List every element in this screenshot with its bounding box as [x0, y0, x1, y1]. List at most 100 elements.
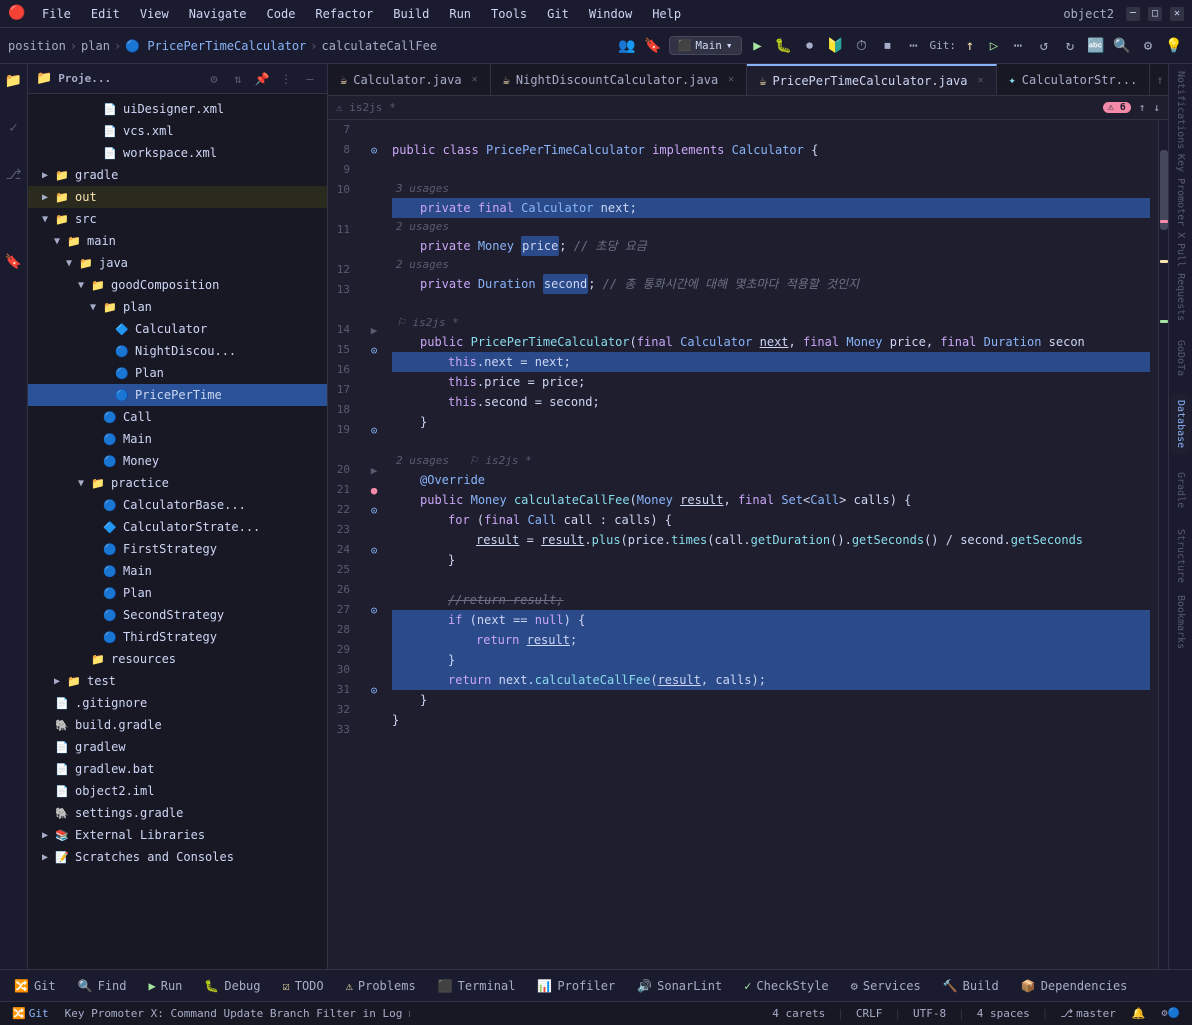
tree-item-practice[interactable]: ▼ 📁 practice: [28, 472, 327, 494]
tree-item-Call[interactable]: 🔵 Call: [28, 406, 327, 428]
tab-close-icon[interactable]: ✕: [728, 74, 734, 85]
right-panel-structure[interactable]: Structure: [1171, 526, 1191, 586]
tree-item-ThirdStrategy[interactable]: 🔵 ThirdStrategy: [28, 626, 327, 648]
tree-item-PricePerTime[interactable]: 🔵 PricePerTime: [28, 384, 327, 406]
stop-icon[interactable]: ⏹: [878, 36, 898, 56]
tree-item-gradle[interactable]: ▶ 📁 gradle: [28, 164, 327, 186]
panel-pin-icon[interactable]: 📌: [253, 70, 271, 88]
tree-item-out[interactable]: ▶ 📁 out: [28, 186, 327, 208]
debug-run-icon[interactable]: 🐛: [774, 36, 794, 56]
tree-item-plan[interactable]: ▼ 📁 plan: [28, 296, 327, 318]
status-branch[interactable]: ⎇ master: [1056, 1004, 1119, 1024]
status-carets[interactable]: 4 carets: [768, 1004, 829, 1024]
profile-icon[interactable]: ⏱: [852, 36, 872, 56]
menu-code[interactable]: Code: [259, 5, 304, 23]
branch-selector[interactable]: ⬛ Main ▾: [669, 36, 742, 55]
tree-item-resources[interactable]: 📁 resources: [28, 648, 327, 670]
close-button[interactable]: ✕: [1170, 7, 1184, 21]
git-more-icon[interactable]: ⋯: [1008, 36, 1028, 56]
menu-edit[interactable]: Edit: [83, 5, 128, 23]
status-notifications[interactable]: 🔔: [1128, 1004, 1150, 1024]
sidebar-project-icon[interactable]: 📁: [2, 69, 26, 93]
tree-item-gitignore[interactable]: 📄 .gitignore: [28, 692, 327, 714]
panel-close-icon[interactable]: —: [301, 70, 319, 88]
help-icon[interactable]: 💡: [1164, 36, 1184, 56]
tab-pricepertime[interactable]: ☕ PricePerTimeCalculator.java ✕: [747, 64, 996, 96]
more-run-icon[interactable]: ⋯: [904, 36, 924, 56]
tabs-scroll-left-icon[interactable]: ↑: [1156, 73, 1163, 87]
bottom-tab-dependencies[interactable]: 📦 Dependencies: [1011, 972, 1138, 1000]
menu-build[interactable]: Build: [385, 5, 437, 23]
status-git-icon[interactable]: 🔀 Git: [8, 1004, 53, 1024]
tree-item-Plan2[interactable]: 🔵 Plan: [28, 582, 327, 604]
minimize-button[interactable]: ─: [1126, 7, 1140, 21]
mini-scrollbar[interactable]: [1158, 120, 1168, 969]
settings-icon[interactable]: ⚙: [1138, 36, 1158, 56]
menu-run[interactable]: Run: [441, 5, 479, 23]
maximize-button[interactable]: □: [1148, 7, 1162, 21]
git-pull-icon[interactable]: ▷: [984, 36, 1004, 56]
tree-item-test[interactable]: ▶ 📁 test: [28, 670, 327, 692]
bottom-tab-todo[interactable]: ☑ TODO: [273, 972, 334, 1000]
tree-item-Plan-inner[interactable]: 🔵 Plan: [28, 362, 327, 384]
tree-item-uiDesigner[interactable]: 📄 uiDesigner.xml: [28, 98, 327, 120]
tree-item-scratches[interactable]: ▶ 📝 Scratches and Consoles: [28, 846, 327, 868]
breadcrumb-part-3[interactable]: calculateCallFee: [322, 39, 438, 53]
run-with-coverage-icon[interactable]: 🔰: [826, 36, 846, 56]
code-content[interactable]: public class PricePerTimeCalculator impl…: [384, 120, 1158, 969]
breadcrumb-part-2[interactable]: 🔵 PricePerTimeCalculator: [125, 39, 306, 53]
tree-item-buildgradle[interactable]: 🐘 build.gradle: [28, 714, 327, 736]
right-panel-notifications[interactable]: Notifications: [1171, 70, 1191, 150]
panel-settings-icon[interactable]: ⚙: [205, 70, 223, 88]
status-encoding[interactable]: UTF-8: [909, 1004, 950, 1024]
code-editor[interactable]: 7 8 9 10 11 12 13 14 15 16 17 18 19 20 2…: [328, 120, 1168, 969]
panel-more-icon[interactable]: ⋮: [277, 70, 295, 88]
right-panel-database[interactable]: Database: [1171, 394, 1191, 454]
bottom-tab-profiler[interactable]: 📊 Profiler: [527, 972, 625, 1000]
panel-expand-icon[interactable]: ⇅: [229, 70, 247, 88]
bottom-tab-build[interactable]: 🔨 Build: [933, 972, 1009, 1000]
tab-calculator[interactable]: ☕ Calculator.java ✕: [328, 64, 491, 96]
alerts-nav-up[interactable]: ↑: [1139, 101, 1146, 114]
search-everywhere-icon[interactable]: 🔍: [1112, 36, 1132, 56]
tree-item-Money[interactable]: 🔵 Money: [28, 450, 327, 472]
undo-icon[interactable]: ↺: [1034, 36, 1054, 56]
menu-window[interactable]: Window: [581, 5, 640, 23]
tree-item-gradlew-bat[interactable]: 📄 gradlew.bat: [28, 758, 327, 780]
tree-item-workspace[interactable]: 📄 workspace.xml: [28, 142, 327, 164]
tree-item-Main2[interactable]: 🔵 Main: [28, 560, 327, 582]
alerts-nav-down[interactable]: ↓: [1153, 101, 1160, 114]
right-panel-pullrequests[interactable]: Pull Requests: [1171, 242, 1191, 322]
bottom-tab-run[interactable]: ▶ Run: [139, 972, 193, 1000]
menu-help[interactable]: Help: [644, 5, 689, 23]
tree-item-main[interactable]: ▼ 📁 main: [28, 230, 327, 252]
redo-icon[interactable]: ↻: [1060, 36, 1080, 56]
status-indent[interactable]: 4 spaces: [973, 1004, 1034, 1024]
bottom-tab-git[interactable]: 🔀 Git: [4, 972, 66, 1000]
tree-item-object2iml[interactable]: 📄 object2.iml: [28, 780, 327, 802]
bottom-tab-find[interactable]: 🔍 Find: [68, 972, 137, 1000]
tab-close-icon[interactable]: ✕: [978, 75, 984, 86]
sidebar-bookmarks-icon[interactable]: 🔖: [2, 250, 26, 274]
tree-item-vcs[interactable]: 📄 vcs.xml: [28, 120, 327, 142]
bottom-tab-problems[interactable]: ⚠ Problems: [336, 972, 426, 1000]
status-system-tray[interactable]: ⚙🔵: [1158, 1004, 1184, 1024]
tree-item-goodComposition[interactable]: ▼ 📁 goodComposition: [28, 274, 327, 296]
scrollbar-thumb[interactable]: [1160, 150, 1168, 230]
menu-navigate[interactable]: Navigate: [181, 5, 255, 23]
git-push-icon[interactable]: ↑: [960, 36, 980, 56]
bottom-tab-terminal[interactable]: ⬛ Terminal: [428, 972, 526, 1000]
tree-item-SecondStrategy[interactable]: 🔵 SecondStrategy: [28, 604, 327, 626]
breadcrumb-part-0[interactable]: position: [8, 39, 66, 53]
bottom-tab-services[interactable]: ⚙ Services: [841, 972, 931, 1000]
menu-git[interactable]: Git: [539, 5, 577, 23]
bookmark-add-icon[interactable]: 🔖: [643, 36, 663, 56]
menu-tools[interactable]: Tools: [483, 5, 535, 23]
sidebar-commit-icon[interactable]: ✓: [2, 116, 26, 140]
sidebar-pull-requests-icon[interactable]: ⎇: [2, 163, 26, 187]
tab-close-icon[interactable]: ✕: [472, 74, 478, 85]
tree-item-java[interactable]: ▼ 📁 java: [28, 252, 327, 274]
tree-item-Calculator[interactable]: 🔷 Calculator: [28, 318, 327, 340]
tab-nightdiscount[interactable]: ☕ NightDiscountCalculator.java ✕: [491, 64, 748, 96]
tree-item-CalculatorBase[interactable]: 🔵 CalculatorBase...: [28, 494, 327, 516]
